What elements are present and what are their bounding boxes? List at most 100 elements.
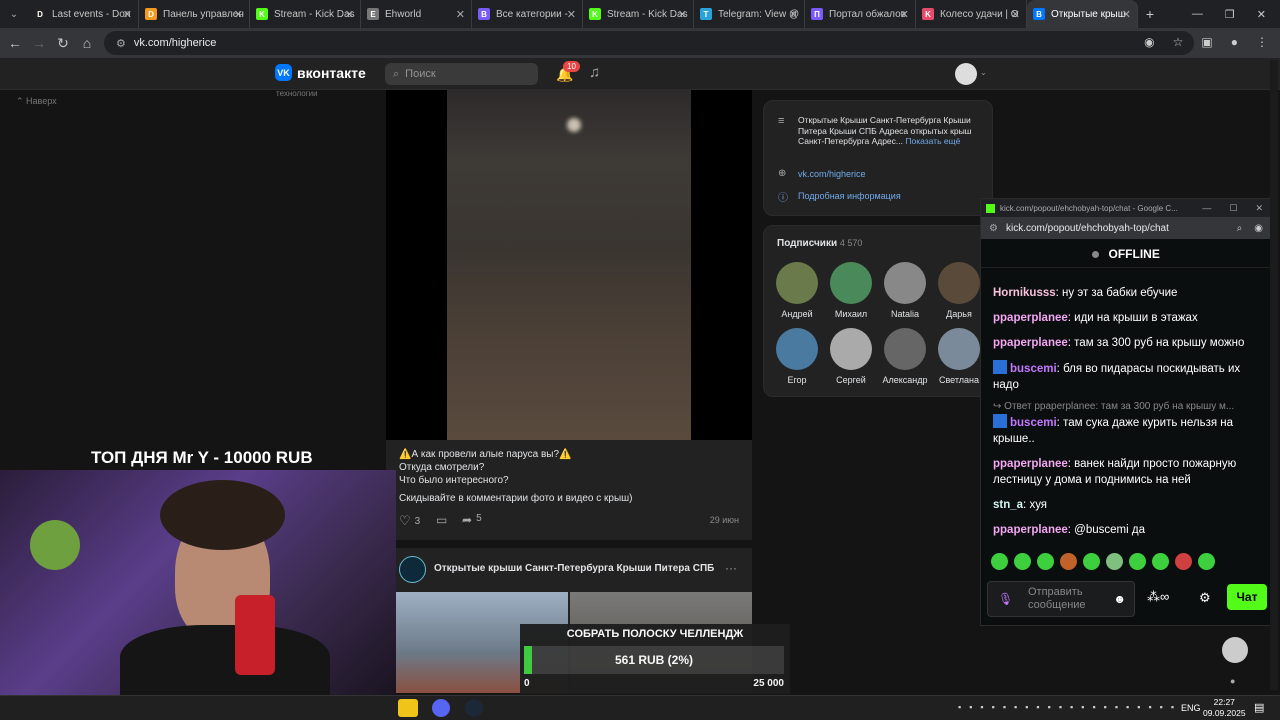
comment-icon[interactable]: ▭ (436, 513, 447, 527)
notifications-icon[interactable]: ▤ (1254, 701, 1264, 714)
tab-4[interactable]: B Все категории - ✕ (472, 0, 583, 28)
emote-icon[interactable] (1014, 553, 1031, 570)
details-link[interactable]: Подробная информация (798, 191, 901, 201)
popup-maximize-icon[interactable]: ☐ (1229, 203, 1237, 214)
tab-close-icon[interactable]: ✕ (678, 8, 687, 21)
tab-9[interactable]: B Открытые крыш ✕ (1027, 0, 1138, 28)
popup-minimize-icon[interactable]: — (1202, 203, 1211, 214)
tab-close-icon[interactable]: ✕ (1122, 8, 1131, 21)
emote-icon[interactable] (991, 553, 1008, 570)
tab-0[interactable]: D Last events - Don ✕ (28, 0, 139, 28)
profile-icon[interactable]: ● (1231, 35, 1238, 49)
bookmark-star-icon[interactable]: ☆ (1173, 35, 1184, 49)
chat-message-input[interactable]: 🎙 Отправить сообщение ☻ (987, 581, 1135, 617)
avatar[interactable] (955, 63, 977, 85)
scroll-top-link[interactable]: ⌃ Наверх (16, 96, 57, 107)
side-chat-icon[interactable]: ● (1230, 676, 1235, 686)
show-more-link[interactable]: Показать ещё (905, 136, 960, 146)
chevron-down-icon[interactable]: ⌄ (980, 68, 987, 77)
subscriber-item[interactable]: Natalia (881, 262, 929, 319)
emote-icon[interactable] (1060, 553, 1077, 570)
chat-username[interactable]: Hornikusss (993, 287, 1056, 299)
tab-2[interactable]: K Stream - Kick Das ✕ (250, 0, 361, 28)
group-avatar[interactable] (399, 556, 426, 583)
search-input[interactable]: ⌕ Поиск (385, 63, 538, 85)
chat-username[interactable]: buscemi (1010, 417, 1057, 429)
subscriber-item[interactable]: Егор (773, 328, 821, 385)
share-button[interactable]: ➦ 5 (462, 513, 482, 527)
tab-6[interactable]: T Telegram: View @ ✕ (694, 0, 805, 28)
menu-technologies[interactable]: технологии (276, 89, 318, 98)
post-video[interactable] (386, 90, 752, 440)
url-bar[interactable]: ⚙ vk.com/higherice (104, 31, 1194, 55)
emote-icon[interactable] (1083, 553, 1100, 570)
points-icon[interactable]: ⁂∞ (1147, 589, 1169, 605)
chat-username[interactable]: stn_a (993, 499, 1023, 511)
new-tab-button[interactable]: + (1138, 6, 1162, 22)
microphone-icon[interactable]: 🎙 (998, 592, 1013, 606)
popup-close-icon[interactable]: ✕ (1255, 203, 1263, 214)
clock[interactable]: 22:27 09.09.2025 (1203, 697, 1246, 719)
subscribers-title[interactable]: Подписчики 4 570 (777, 238, 862, 249)
close-window-icon[interactable]: ✕ (1257, 8, 1266, 21)
emote-icon[interactable] (1129, 553, 1146, 570)
group-name[interactable]: Открытые крыши Санкт-Петербурга Крыши Пи… (434, 563, 714, 574)
side-avatar[interactable] (1222, 637, 1248, 663)
subscriber-item[interactable]: Светлана (935, 328, 983, 385)
chat-username[interactable]: ppaperplanee (993, 524, 1068, 536)
zoom-icon[interactable]: ⌕ (1237, 223, 1243, 234)
extensions-icon[interactable]: ▣ (1201, 35, 1212, 49)
emote-icon[interactable] (1198, 553, 1215, 570)
subscriber-item[interactable]: Дарья (935, 262, 983, 319)
group-link[interactable]: vk.com/higherice (798, 169, 866, 179)
tab-close-icon[interactable]: ✕ (1011, 8, 1020, 21)
subscriber-item[interactable]: Михаил (827, 262, 875, 319)
chat-username[interactable]: ppaperplanee (993, 458, 1068, 470)
chat-username[interactable]: ppaperplanee (993, 337, 1068, 349)
home-icon[interactable]: ⌂ (75, 35, 99, 51)
restore-icon[interactable]: ❐ (1225, 8, 1235, 21)
popup-url-bar[interactable]: ⚙ kick.com/popout/ehchobyah-top/chat ⌕ ◉ (981, 217, 1271, 239)
emote-icon[interactable] (1106, 553, 1123, 570)
taskbar-app-1-icon[interactable] (398, 699, 418, 717)
more-options-icon[interactable]: ··· (725, 561, 737, 575)
reload-icon[interactable]: ↻ (51, 35, 75, 52)
tab-8[interactable]: K Колесо удачи | O ✕ (916, 0, 1027, 28)
chat-username[interactable]: buscemi (1010, 363, 1057, 375)
tray-icons[interactable]: ▪ ▪ ▪ ▪ ▪ ▪ ▪ ▪ ▪ ▪ ▪ ▪ ▪ ▪ ▪ ▪ ▪ ▪ ▪ ▪ (958, 702, 1174, 712)
popup-eye-off-icon[interactable]: ◉ (1254, 223, 1263, 234)
tab-close-icon[interactable]: ✕ (123, 8, 132, 21)
menu-icon[interactable]: ⋮ (1256, 35, 1268, 49)
emote-icon[interactable] (1037, 553, 1054, 570)
chat-username[interactable]: ppaperplanee (993, 312, 1068, 324)
tab-3[interactable]: E Ehworld ✕ (361, 0, 472, 28)
language-indicator[interactable]: ENG (1181, 703, 1201, 713)
music-icon[interactable]: ♫ (589, 64, 600, 81)
like-button[interactable]: ♡ 3 (399, 513, 420, 529)
tab-7[interactable]: П Портал обжалов ✕ (805, 0, 916, 28)
tab-1[interactable]: D Панель управлен ✕ (139, 0, 250, 28)
minimize-icon[interactable]: — (1192, 8, 1203, 21)
forward-icon[interactable]: → (27, 35, 51, 51)
tab-close-icon[interactable]: ✕ (456, 8, 465, 21)
tab-search-icon[interactable]: ⌄ (0, 9, 28, 20)
taskbar-steam-icon[interactable] (465, 699, 483, 717)
page-scrollbar[interactable] (1270, 60, 1278, 690)
subscriber-item[interactable]: Александр (881, 328, 929, 385)
emote-icon[interactable] (1152, 553, 1169, 570)
back-icon[interactable]: ← (3, 35, 27, 51)
tab-close-icon[interactable]: ✕ (900, 8, 909, 21)
chat-send-button[interactable]: Чат (1227, 584, 1267, 610)
tab-close-icon[interactable]: ✕ (345, 8, 354, 21)
tab-close-icon[interactable]: ✕ (567, 8, 576, 21)
emote-icon[interactable] (1175, 553, 1192, 570)
vk-logo[interactable]: VK вконтакте (275, 64, 366, 81)
tab-close-icon[interactable]: ✕ (789, 8, 798, 21)
subscriber-item[interactable]: Сергей (827, 328, 875, 385)
emoji-icon[interactable]: ☻ (1113, 592, 1126, 606)
settings-gear-icon[interactable]: ⚙ (1199, 590, 1211, 606)
site-info-icon[interactable]: ⚙ (116, 37, 126, 50)
taskbar-app-2-icon[interactable] (432, 699, 450, 717)
eye-off-icon[interactable]: ◉ (1144, 35, 1154, 49)
tab-5[interactable]: K Stream - Kick Das ✕ (583, 0, 694, 28)
